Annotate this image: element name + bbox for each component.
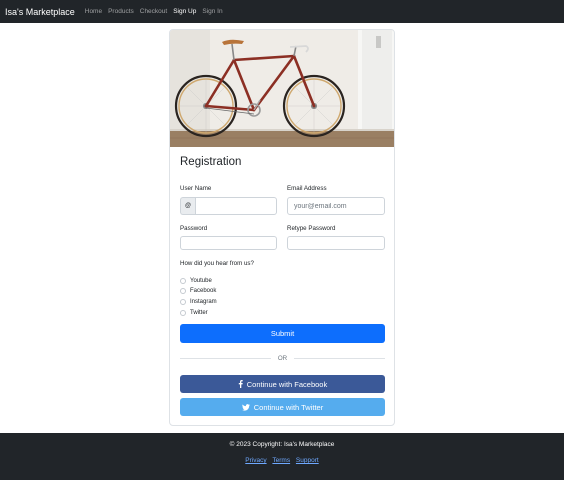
facebook-login-button[interactable]: Continue with Facebook — [180, 375, 385, 393]
copyright-text: © 2023 Copyright: Isa's Marketplace — [229, 441, 335, 448]
nav-home[interactable]: Home — [85, 8, 102, 15]
radio-option-twitter[interactable]: Twitter — [180, 308, 208, 317]
retype-password-input[interactable] — [287, 236, 385, 250]
terms-link[interactable]: Terms — [272, 457, 290, 464]
email-input[interactable] — [287, 197, 385, 215]
username-input[interactable] — [195, 197, 277, 215]
twitter-button-label: Continue with Twitter — [253, 402, 324, 412]
email-label: Email Address — [287, 185, 327, 192]
nav-checkout[interactable]: Checkout — [140, 8, 167, 15]
bicycle-image — [170, 30, 394, 147]
password-label: Password — [180, 225, 208, 232]
radio-button[interactable] — [180, 277, 186, 284]
nav-sign-up[interactable]: Sign Up — [173, 8, 196, 15]
footer-links: Privacy Terms Support — [0, 457, 564, 464]
radio-option-youtube[interactable]: Youtube — [180, 276, 212, 285]
divider-line-left — [180, 357, 271, 359]
radio-label: Instagram — [190, 298, 217, 305]
or-text: OR — [277, 354, 288, 362]
divider-line-right — [294, 357, 385, 359]
radio-button[interactable] — [180, 287, 186, 294]
brand-logo[interactable]: Isa's Marketplace — [5, 7, 75, 17]
retype-password-label: Retype Password — [287, 225, 336, 232]
radio-button[interactable] — [180, 309, 186, 316]
radio-option-facebook[interactable]: Facebook — [180, 286, 216, 295]
username-group: @ — [180, 197, 277, 215]
radio-label: Youtube — [190, 277, 212, 284]
navbar: Isa's Marketplace Home Products Checkout… — [0, 0, 564, 23]
password-input[interactable] — [180, 236, 277, 250]
twitter-icon — [241, 403, 250, 411]
radio-button[interactable] — [180, 298, 186, 305]
or-divider: OR — [180, 354, 385, 362]
support-link[interactable]: Support — [296, 457, 319, 464]
radio-option-instagram[interactable]: Instagram — [180, 297, 217, 306]
privacy-link[interactable]: Privacy — [245, 457, 266, 464]
radio-label: Twitter — [190, 309, 208, 316]
at-sign-addon: @ — [180, 197, 195, 215]
submit-button[interactable]: Submit — [180, 324, 385, 343]
nav-products[interactable]: Products — [108, 8, 134, 15]
twitter-login-button[interactable]: Continue with Twitter — [180, 398, 385, 416]
form-title: Registration — [180, 156, 242, 168]
radio-label: Facebook — [190, 287, 217, 294]
nav-sign-in[interactable]: Sign In — [202, 8, 222, 15]
footer: © 2023 Copyright: Isa's Marketplace Priv… — [0, 433, 564, 480]
username-label: User Name — [180, 185, 212, 192]
registration-card: Registration User Name @ Email Address P… — [169, 29, 395, 426]
facebook-icon — [238, 380, 243, 388]
facebook-button-label: Continue with Facebook — [246, 379, 328, 389]
hear-from-us-label: How did you hear from us? — [180, 260, 254, 267]
